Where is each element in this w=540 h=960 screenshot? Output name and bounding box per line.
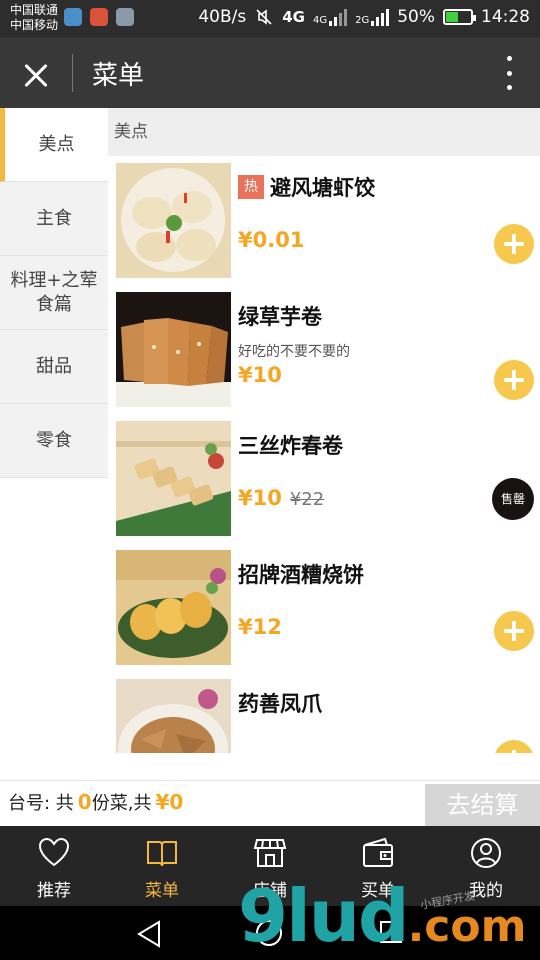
dish-name: 避风塘虾饺 xyxy=(270,176,375,200)
clock: 14:28 xyxy=(481,7,530,27)
dish-price: ¥0.01 xyxy=(238,228,305,252)
add-to-cart-button[interactable] xyxy=(494,224,534,264)
net-type-4g-small: 4G xyxy=(312,15,328,26)
net-type-2g: 2G xyxy=(355,15,370,26)
heart-icon xyxy=(38,837,70,867)
dish-image xyxy=(116,550,231,665)
dish-name: 三丝炸春卷 xyxy=(238,434,343,458)
battery-icon xyxy=(443,9,476,25)
dish-price: ¥12 xyxy=(238,615,282,639)
category-label: 甜品 xyxy=(36,355,72,377)
wallet-icon xyxy=(363,837,393,867)
dish-item[interactable]: 药善凤爪 xyxy=(108,672,540,753)
status-bar: 中国联通 中国移动 40B/s 4G 4G 2G 50% 14:28 xyxy=(0,0,540,38)
dish-name: 招牌酒糟烧饼 xyxy=(238,563,364,587)
category-label: 零食 xyxy=(36,429,72,451)
book-icon xyxy=(147,841,177,867)
carrier-2: 中国移动 xyxy=(10,18,59,32)
add-to-cart-button[interactable] xyxy=(494,611,534,651)
dish-item[interactable]: 绿草芋卷 好吃的不要不要的 ¥10 xyxy=(108,285,540,414)
dish-image xyxy=(116,292,231,407)
signal-icon xyxy=(329,8,348,26)
cart-label-mid: 份菜,共 xyxy=(91,793,152,814)
carrier-1: 中国联通 xyxy=(10,3,59,17)
sold-out-badge: 售罄 xyxy=(492,478,534,520)
category-item-zhushi[interactable]: 主食 xyxy=(0,182,108,256)
category-label: 主食 xyxy=(36,207,72,229)
category-sidebar: 美点 主食 料理+之荤食篇 甜品 零食 xyxy=(0,108,108,780)
section-header: 美点 xyxy=(108,108,540,156)
add-to-cart-button[interactable] xyxy=(494,360,534,400)
add-to-cart-button[interactable] xyxy=(494,740,534,753)
dish-list[interactable]: 美点 热 避风塘虾饺 ¥0.01 绿草芋卷 好吃的不要不要的 ¥10 三丝炸春卷… xyxy=(108,108,540,753)
battery-percent: 50% xyxy=(397,7,435,27)
category-label: 美点 xyxy=(38,133,75,155)
tab-menu[interactable]: 菜单 xyxy=(108,826,216,906)
dish-price: ¥10 xyxy=(238,363,282,387)
hot-badge: 热 xyxy=(238,175,264,199)
category-item-meidian[interactable]: 美点 xyxy=(0,108,108,182)
app-notification-icon xyxy=(64,8,82,26)
dish-item[interactable]: 三丝炸春卷 ¥10 ¥22 售罄 xyxy=(108,414,540,543)
tab-recommend[interactable]: 推荐 xyxy=(0,826,108,906)
tab-label: 推荐 xyxy=(37,881,71,901)
back-icon[interactable] xyxy=(136,920,162,948)
tab-label: 菜单 xyxy=(145,881,179,901)
mute-icon xyxy=(256,9,272,25)
checkout-button[interactable]: 去结算 xyxy=(425,784,540,826)
dish-description: 好吃的不要不要的 xyxy=(238,344,350,360)
cart-total: ¥0 xyxy=(155,790,184,814)
close-icon[interactable] xyxy=(18,58,54,94)
category-item-lingshi[interactable]: 零食 xyxy=(0,404,108,478)
cart-count: 0 xyxy=(77,790,92,814)
cart-bar: 台号: 共 0 份菜,共 ¥0 去结算 xyxy=(0,780,540,826)
dish-name: 药善凤爪 xyxy=(238,692,322,716)
dish-item[interactable]: 招牌酒糟烧饼 ¥12 xyxy=(108,543,540,672)
dish-price: ¥10 xyxy=(238,486,282,510)
dish-item[interactable]: 热 避风塘虾饺 ¥0.01 xyxy=(108,156,540,285)
cart-summary: 台号: 共 0 份菜,共 ¥0 xyxy=(8,789,183,815)
watermark-logo: 9lud.com xyxy=(238,880,526,960)
net-speed: 40B/s xyxy=(198,7,247,27)
dish-old-price: ¥22 xyxy=(289,489,325,510)
net-type-4g: 4G xyxy=(282,8,305,26)
watermark-text: 9lud xyxy=(238,874,410,958)
dish-name: 绿草芋卷 xyxy=(238,305,322,329)
image-notification-icon xyxy=(116,8,134,26)
dish-image xyxy=(116,163,231,278)
user-icon xyxy=(471,838,501,868)
page-title: 菜单 xyxy=(92,61,145,91)
more-options-icon[interactable] xyxy=(504,56,514,90)
cart-label-prefix: 台号: 共 xyxy=(8,793,74,814)
dish-image xyxy=(116,421,231,536)
title-bar: 菜单 xyxy=(0,38,540,108)
dish-image xyxy=(116,679,231,753)
category-label: 料理+之荤食篇 xyxy=(10,269,98,315)
store-icon xyxy=(253,839,287,867)
category-item-tianpin[interactable]: 甜品 xyxy=(0,330,108,404)
notification-icons xyxy=(64,8,134,26)
app-notification-icon xyxy=(90,8,108,26)
title-divider xyxy=(72,54,73,92)
carrier-info: 中国联通 中国移动 xyxy=(10,3,58,33)
category-item-liaoli[interactable]: 料理+之荤食篇 xyxy=(0,256,108,330)
signal-icon xyxy=(371,8,390,26)
